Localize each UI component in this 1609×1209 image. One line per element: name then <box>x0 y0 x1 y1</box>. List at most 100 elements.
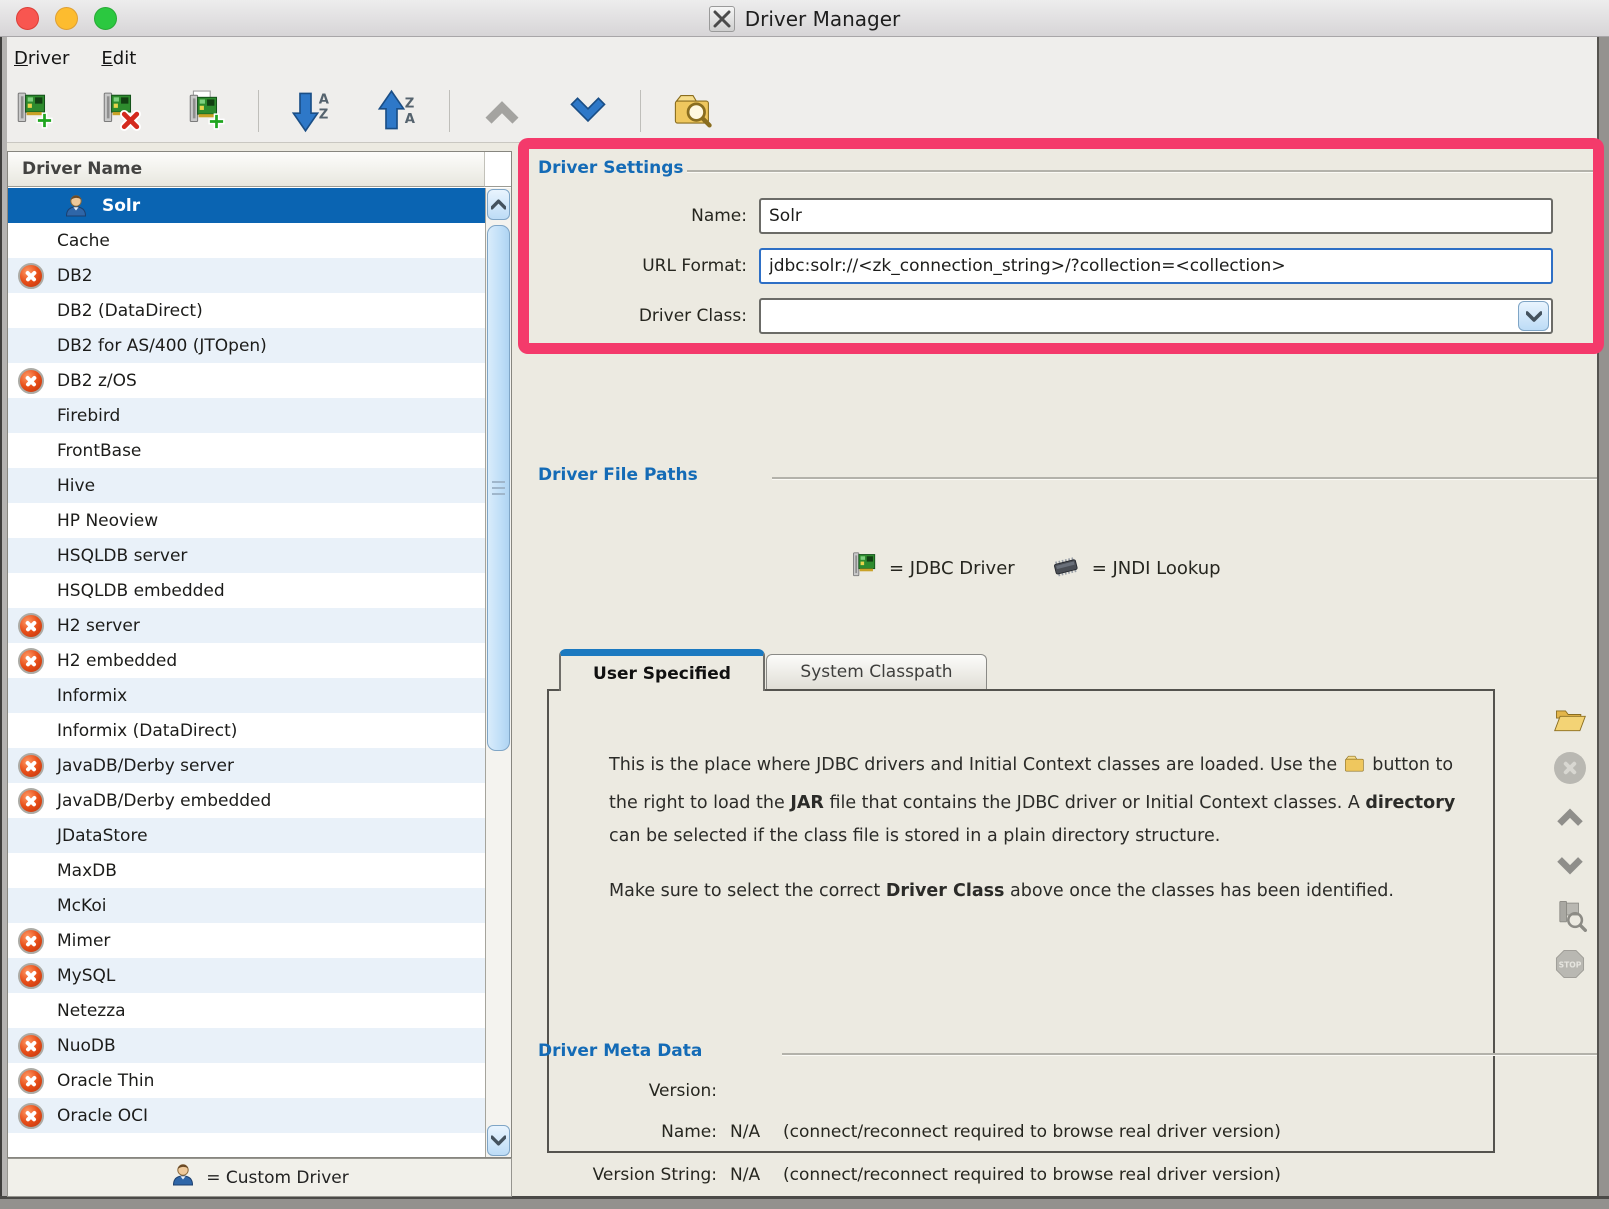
driver-list-item[interactable]: DB2 z/OS <box>8 363 485 398</box>
driver-name: MaxDB <box>57 861 117 881</box>
url-format-input[interactable] <box>759 248 1553 284</box>
sort-ascending-button[interactable]: A Z <box>289 89 333 133</box>
driver-name: NuoDB <box>57 1036 116 1056</box>
stop-button: STOP <box>1552 946 1588 982</box>
driver-list-item[interactable]: HP Neoview <box>8 503 485 538</box>
titlebar: Driver Manager <box>0 0 1609 37</box>
menubar: Driver Edit <box>0 37 1609 80</box>
driver-error-icon <box>18 963 44 989</box>
toolbar: A Z Z A <box>0 80 1609 142</box>
driver-name-column-header[interactable]: Driver Name <box>8 152 485 187</box>
list-scroll-corner <box>485 152 511 187</box>
driver-list-item[interactable]: Solr <box>8 188 485 223</box>
driver-name: HP Neoview <box>57 511 158 531</box>
copy-driver-button[interactable] <box>184 89 228 133</box>
driver-error-icon <box>18 928 44 954</box>
list-scrollbar[interactable] <box>485 188 511 1157</box>
name-label: Name: <box>547 206 747 226</box>
window-title: Driver Manager <box>745 7 901 31</box>
svg-text:STOP: STOP <box>1559 960 1582 969</box>
background-window-edge-bottom <box>0 1196 1609 1209</box>
driver-name: FrontBase <box>57 441 141 461</box>
driver-list-item[interactable]: FrontBase <box>8 433 485 468</box>
driver-icon-placeholder <box>18 473 44 499</box>
driver-error-icon <box>18 788 44 814</box>
driver-list-item[interactable]: Oracle Thin <box>8 1063 485 1098</box>
driver-list-item[interactable]: H2 embedded <box>8 643 485 678</box>
menu-edit[interactable]: Edit <box>101 48 136 69</box>
driver-error-icon <box>18 613 44 639</box>
content-area: Driver Name SolrCacheDB2DB2 (DataDirect)… <box>7 142 1597 1196</box>
driver-list-item[interactable]: JavaDB/Derby server <box>8 748 485 783</box>
driver-name: JDataStore <box>57 826 148 846</box>
driver-name: JavaDB/Derby embedded <box>57 791 271 811</box>
driver-name: Netezza <box>57 1001 126 1021</box>
tab-user-specified[interactable]: User Specified <box>559 649 765 691</box>
driver-class-input[interactable] <box>759 298 1553 334</box>
driver-name: Informix (DataDirect) <box>57 721 237 741</box>
driver-list-item[interactable]: DB2 for AS/400 (JTOpen) <box>8 328 485 363</box>
driver-error-icon <box>18 648 44 674</box>
driver-name: DB2 z/OS <box>57 371 137 391</box>
driver-error-icon <box>18 753 44 779</box>
version-string-label: Version String: <box>507 1165 717 1185</box>
driver-list-item[interactable]: DB2 <box>8 258 485 293</box>
driver-list-item[interactable]: DB2 (DataDirect) <box>8 293 485 328</box>
driver-list-item[interactable]: MaxDB <box>8 853 485 888</box>
svg-text:A: A <box>319 92 330 107</box>
jndi-lookup-icon <box>1049 551 1083 586</box>
driver-error-icon <box>18 368 44 394</box>
folder-icon <box>1343 753 1367 787</box>
driver-icon-placeholder <box>18 823 44 849</box>
driver-list-item[interactable]: Firebird <box>8 398 485 433</box>
driver-list-item[interactable]: JDataStore <box>8 818 485 853</box>
remove-driver-button[interactable] <box>98 89 142 133</box>
driver-name: H2 embedded <box>57 651 177 671</box>
load-driver-files-button[interactable] <box>671 89 715 133</box>
driver-rows: SolrCacheDB2DB2 (DataDirect) DB2 for AS/4… <box>8 188 485 1157</box>
driver-name: HSQLDB embedded <box>57 581 225 601</box>
sort-descending-button[interactable]: Z A <box>375 89 419 133</box>
driver-list-item[interactable]: McKoi <box>8 888 485 923</box>
svg-text:Z: Z <box>405 97 415 112</box>
driver-list-item[interactable]: MySQL <box>8 958 485 993</box>
driver-list-item[interactable]: Oracle OCI <box>8 1098 485 1133</box>
driver-name: DB2 for AS/400 (JTOpen) <box>57 336 267 356</box>
find-driver-class-button <box>1552 897 1588 933</box>
driver-list-item[interactable]: Netezza <box>8 993 485 1028</box>
driver-list-item[interactable]: NuoDB <box>8 1028 485 1063</box>
menu-driver[interactable]: Driver <box>14 48 69 69</box>
driver-error-icon <box>18 1103 44 1129</box>
driver-icon-placeholder <box>18 578 44 604</box>
driver-icon-placeholder <box>18 333 44 359</box>
icon-legend: = JDBC Driver = JNDI Lookup <box>850 548 1221 588</box>
driver-list-item[interactable]: Mimer <box>8 923 485 958</box>
driver-icon-placeholder <box>18 508 44 534</box>
driver-list-item[interactable]: HSQLDB embedded <box>8 573 485 608</box>
move-down-button[interactable] <box>566 89 610 133</box>
driver-name-input[interactable] <box>759 198 1553 234</box>
driver-list-item[interactable]: JavaDB/Derby embedded <box>8 783 485 818</box>
driver-class-dropdown-button[interactable] <box>1518 301 1549 331</box>
driver-list-item[interactable]: Informix <box>8 678 485 713</box>
svg-text:A: A <box>405 112 416 127</box>
move-up-button <box>480 89 524 133</box>
driver-name: HSQLDB server <box>57 546 187 566</box>
tab-system-classpath[interactable]: System Classpath <box>766 654 987 689</box>
driver-meta-data-rule <box>782 1053 1597 1055</box>
driver-list-item[interactable]: HSQLDB server <box>8 538 485 573</box>
scroll-up-button[interactable] <box>487 189 510 220</box>
driver-icon-placeholder <box>18 683 44 709</box>
scroll-thumb[interactable] <box>487 225 510 751</box>
driver-list-item[interactable]: Hive <box>8 468 485 503</box>
jdbc-driver-icon <box>850 551 880 586</box>
driver-name: McKoi <box>57 896 106 916</box>
file-paths-description: This is the place where JDBC drivers and… <box>609 749 1471 930</box>
driver-list-item[interactable]: Informix (DataDirect) <box>8 713 485 748</box>
driver-list-item[interactable]: H2 server <box>8 608 485 643</box>
file-paths-toolbar: STOP <box>1550 701 1590 982</box>
driver-list-item[interactable]: Cache <box>8 223 485 258</box>
open-folder-button[interactable] <box>1552 701 1588 737</box>
driver-icon-placeholder <box>18 543 44 569</box>
create-driver-button[interactable] <box>12 89 56 133</box>
